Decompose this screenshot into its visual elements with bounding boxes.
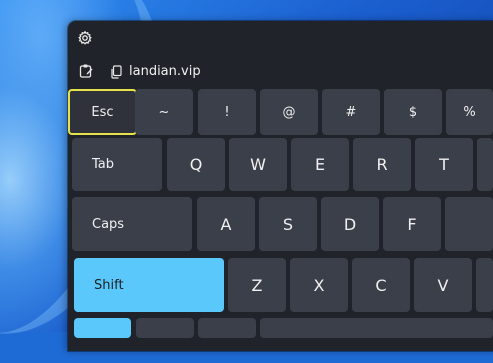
clipboard-suggestion[interactable]: landian.vip: [110, 62, 201, 80]
key-label: S: [282, 214, 294, 234]
key-fn-partial[interactable]: [74, 318, 131, 338]
key-w[interactable]: W: [229, 138, 287, 191]
key-g-partial[interactable]: [445, 197, 493, 251]
key-label: @: [282, 104, 296, 120]
key-label: !: [224, 104, 230, 120]
key-space-partial[interactable]: [260, 318, 493, 338]
key-label: E: [314, 155, 326, 174]
key-label: Esc: [91, 104, 114, 120]
key-label: X: [313, 275, 325, 295]
key-e[interactable]: E: [291, 138, 349, 191]
key-label: Q: [189, 155, 203, 174]
key-tilde[interactable]: ~: [135, 89, 193, 135]
key-y-partial[interactable]: [477, 138, 493, 191]
key-label: W: [250, 155, 266, 174]
key-row5-partial-1[interactable]: [136, 318, 194, 338]
key-label: Shift: [94, 277, 124, 293]
key-hash[interactable]: #: [322, 89, 380, 135]
key-label: #: [345, 104, 357, 120]
key-dollar[interactable]: $: [384, 89, 442, 135]
key-at[interactable]: @: [260, 89, 318, 135]
clipboard-icon[interactable]: [78, 63, 94, 79]
key-label: C: [375, 275, 387, 295]
touch-keyboard-window: landian.vip Esc ~ ! @ # $ % Tab Q W E R …: [68, 21, 493, 351]
key-v[interactable]: V: [414, 258, 472, 312]
key-row5-partial-2[interactable]: [198, 318, 256, 338]
key-caps[interactable]: Caps: [72, 197, 192, 251]
key-d[interactable]: D: [321, 197, 379, 251]
key-percent[interactable]: %: [446, 89, 493, 135]
clipboard-suggestion-text: landian.vip: [129, 63, 201, 79]
key-a[interactable]: A: [197, 197, 255, 251]
key-z[interactable]: Z: [228, 258, 286, 312]
suggestion-bar: landian.vip: [68, 59, 493, 83]
copy-icon: [110, 64, 123, 79]
key-b-partial[interactable]: [476, 258, 493, 312]
key-label: D: [343, 214, 357, 234]
key-label: A: [220, 214, 232, 234]
key-esc[interactable]: Esc: [68, 89, 137, 135]
key-shift[interactable]: Shift: [74, 258, 224, 312]
key-exclamation[interactable]: !: [198, 89, 256, 135]
key-label: F: [407, 214, 417, 234]
key-label: %: [463, 104, 476, 120]
key-s[interactable]: S: [259, 197, 317, 251]
key-label: Tab: [92, 157, 115, 172]
key-t[interactable]: T: [415, 138, 473, 191]
title-bar: [68, 21, 493, 55]
key-label: V: [437, 275, 449, 295]
key-tab[interactable]: Tab: [72, 138, 162, 191]
key-label: Caps: [92, 216, 125, 232]
key-q[interactable]: Q: [167, 138, 225, 191]
gear-icon[interactable]: [77, 30, 93, 46]
key-label: Z: [251, 275, 263, 295]
key-label: R: [376, 155, 388, 174]
key-x[interactable]: X: [290, 258, 348, 312]
key-label: T: [439, 155, 449, 174]
key-f[interactable]: F: [383, 197, 441, 251]
key-r[interactable]: R: [353, 138, 411, 191]
key-label: ~: [158, 104, 170, 120]
key-label: $: [408, 104, 418, 120]
key-c[interactable]: C: [352, 258, 410, 312]
